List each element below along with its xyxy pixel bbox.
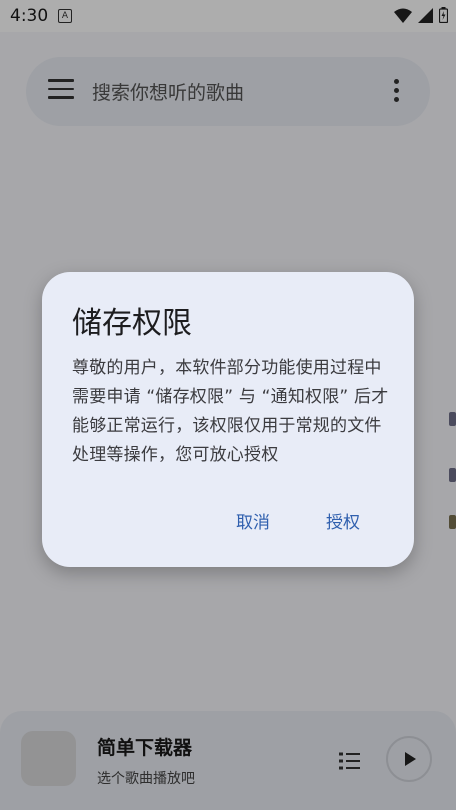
grant-button[interactable]: 授权 [320,504,366,537]
permission-dialog: 储存权限 尊敬的用户，本软件部分功能使用过程中需要申请 “储存权限” 与 “通知… [42,272,414,567]
cancel-button[interactable]: 取消 [230,504,276,537]
dialog-message: 尊敬的用户，本软件部分功能使用过程中需要申请 “储存权限” 与 “通知权限” 后… [72,358,389,465]
dialog-title: 储存权限 [72,306,192,341]
